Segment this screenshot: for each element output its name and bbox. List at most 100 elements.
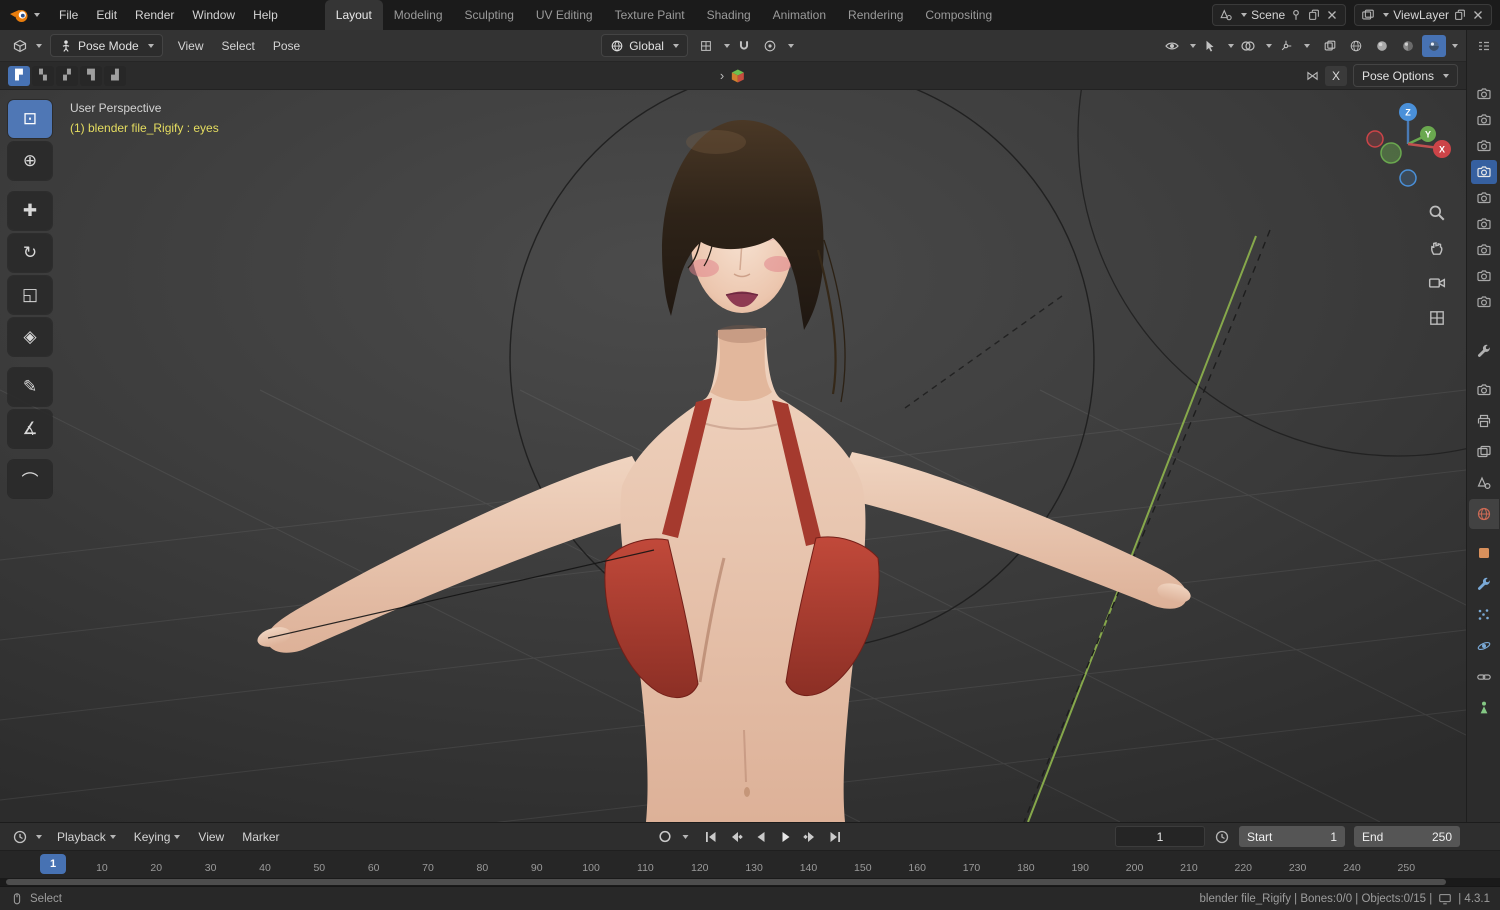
new-scene-icon[interactable]: [1307, 8, 1321, 22]
current-frame-field[interactable]: 1: [1115, 826, 1205, 847]
visibility-dropdown[interactable]: [1160, 35, 1184, 57]
workspace-tab[interactable]: Rendering: [837, 0, 914, 30]
properties-tab[interactable]: [1469, 437, 1499, 467]
xray-toggle[interactable]: [1318, 35, 1342, 57]
properties-tab[interactable]: [1468, 499, 1499, 529]
zoom-button[interactable]: [1426, 202, 1448, 224]
scene-selector[interactable]: Scene: [1212, 4, 1347, 26]
timeline-menu[interactable]: Keying: [125, 826, 190, 848]
outliner-object-row[interactable]: [1470, 160, 1497, 184]
selectability-dropdown[interactable]: [1198, 35, 1222, 57]
remove-viewlayer-icon[interactable]: [1471, 8, 1485, 22]
navigation-gizmo[interactable]: Z Y X: [1362, 98, 1454, 190]
outliner-object-row[interactable]: [1471, 238, 1497, 262]
workspace-tab[interactable]: UV Editing: [525, 0, 604, 30]
outliner-object-row[interactable]: [1471, 134, 1497, 158]
play-button[interactable]: [775, 827, 797, 847]
outliner-object-row[interactable]: [1471, 108, 1497, 132]
new-viewlayer-icon[interactable]: [1453, 8, 1467, 22]
viewport-canvas[interactable]: [0, 90, 1466, 822]
pan-button[interactable]: [1426, 237, 1448, 259]
proportional-editing-button[interactable]: [758, 35, 782, 57]
gizmo-z-neg[interactable]: [1399, 169, 1417, 187]
tool-button[interactable]: ◈: [8, 318, 52, 356]
gizmo-x-neg[interactable]: [1366, 130, 1384, 148]
viewport-menu[interactable]: Select: [213, 35, 264, 57]
workspace-tab[interactable]: Modeling: [383, 0, 454, 30]
select-mode-pill[interactable]: ▞: [56, 65, 78, 86]
properties-tab[interactable]: [1469, 375, 1499, 405]
camera-view-button[interactable]: [1426, 272, 1448, 294]
outliner-object-row[interactable]: [1471, 186, 1497, 210]
select-mode-pill[interactable]: ▟: [104, 65, 126, 86]
editor-type-button[interactable]: [8, 35, 32, 57]
viewlayer-selector[interactable]: ViewLayer: [1354, 4, 1492, 26]
properties-tab[interactable]: [1469, 569, 1499, 599]
outliner-object-row[interactable]: [1471, 212, 1497, 236]
breadcrumb-expand-icon[interactable]: ›: [720, 68, 724, 83]
tool-button[interactable]: ↻: [8, 234, 52, 272]
gizmo-y-neg[interactable]: [1380, 142, 1402, 164]
tool-button[interactable]: ✚: [8, 192, 52, 230]
orthographic-toggle-button[interactable]: [1426, 307, 1448, 329]
properties-tab[interactable]: [1469, 538, 1499, 568]
workspace-tab[interactable]: Animation: [762, 0, 837, 30]
use-preview-range-icon[interactable]: [1214, 829, 1230, 845]
blender-logo-icon[interactable]: [8, 6, 40, 24]
gizmos-dropdown[interactable]: [1274, 35, 1298, 57]
pin-icon[interactable]: [1289, 8, 1303, 22]
outliner-filter-button[interactable]: [1476, 38, 1492, 54]
outliner-object-row[interactable]: [1471, 82, 1497, 106]
breadcrumb[interactable]: ›: [720, 68, 746, 84]
app-menu[interactable]: File: [50, 4, 87, 26]
workspace-tab[interactable]: Texture Paint: [604, 0, 696, 30]
shading-material-button[interactable]: [1396, 35, 1420, 57]
timeline-menu[interactable]: View: [189, 826, 233, 848]
tool-button[interactable]: ◱: [8, 276, 52, 314]
shading-solid-button[interactable]: [1370, 35, 1394, 57]
auto-keying-toggle[interactable]: [654, 827, 676, 847]
outliner-object-row[interactable]: [1471, 264, 1497, 288]
tool-button[interactable]: ⊕: [8, 142, 52, 180]
app-menu[interactable]: Render: [126, 4, 183, 26]
app-menu[interactable]: Window: [183, 4, 244, 26]
select-mode-pill[interactable]: ▚: [32, 65, 54, 86]
workspace-tab[interactable]: Shading: [696, 0, 762, 30]
outliner-object-row[interactable]: [1471, 290, 1497, 314]
tool-button[interactable]: ✎: [8, 368, 52, 406]
viewport-3d[interactable]: User Perspective (1) blender file_Rigify…: [0, 90, 1466, 822]
jump-to-next-keyframe-button[interactable]: [800, 827, 822, 847]
shading-wireframe-button[interactable]: [1344, 35, 1368, 57]
timeline-menu[interactable]: Marker: [233, 826, 288, 848]
mirror-x-toggle[interactable]: X: [1324, 65, 1347, 86]
shading-rendered-button[interactable]: [1422, 34, 1446, 57]
orientation-selector[interactable]: Global: [601, 34, 688, 57]
start-frame-field[interactable]: Start 1: [1239, 826, 1345, 847]
app-menu[interactable]: Help: [244, 4, 287, 26]
jump-to-start-button[interactable]: [700, 827, 722, 847]
timeline-editor-type-button[interactable]: [8, 826, 32, 848]
properties-tab[interactable]: [1469, 693, 1499, 723]
overlays-dropdown[interactable]: [1236, 35, 1260, 57]
select-mode-pill[interactable]: ▛: [8, 65, 30, 86]
app-menu[interactable]: Edit: [87, 4, 126, 26]
jump-to-end-button[interactable]: [825, 827, 847, 847]
properties-tab[interactable]: [1469, 336, 1499, 366]
end-frame-field[interactable]: End 250: [1354, 826, 1460, 847]
workspace-tab[interactable]: Sculpting: [454, 0, 525, 30]
timeline-menu[interactable]: Playback: [48, 826, 125, 848]
tool-button[interactable]: ∡: [8, 410, 52, 448]
viewport-menu[interactable]: View: [169, 35, 213, 57]
jump-to-prev-keyframe-button[interactable]: [725, 827, 747, 847]
properties-tab[interactable]: [1469, 406, 1499, 436]
timeline-ruler[interactable]: 1102030405060708090100110120130140150160…: [0, 850, 1500, 878]
workspace-tab[interactable]: Layout: [324, 0, 383, 30]
snap-target-button[interactable]: [694, 35, 718, 57]
tool-button[interactable]: ⊡: [8, 100, 52, 138]
select-mode-pill[interactable]: ▜: [80, 65, 102, 86]
properties-tab[interactable]: [1469, 468, 1499, 498]
timeline-scrollbar[interactable]: [6, 879, 1446, 885]
pose-options-dropdown[interactable]: Pose Options: [1352, 64, 1458, 87]
tool-button[interactable]: ⌒: [8, 460, 52, 498]
properties-tab[interactable]: [1469, 631, 1499, 661]
